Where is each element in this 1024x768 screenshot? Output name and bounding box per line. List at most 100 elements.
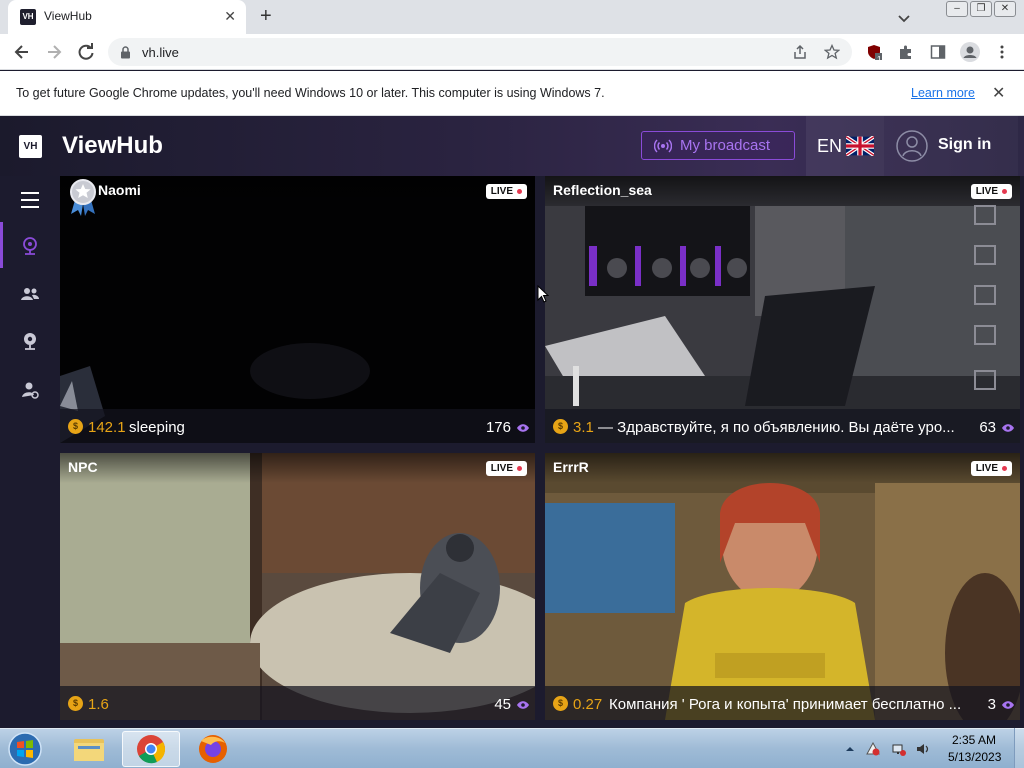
windows-start-icon[interactable] — [6, 731, 44, 767]
tips-amount: 0.27 — [573, 696, 603, 713]
broadcast-icon — [654, 139, 672, 153]
site-logo[interactable]: VH — [19, 135, 42, 158]
coin-icon: $ — [553, 696, 568, 711]
user-settings-icon[interactable] — [20, 380, 40, 400]
address-bar[interactable]: vh.live — [108, 38, 852, 66]
stream-card[interactable]: Naomi LIVE $ 142.1 sleeping 176 — [60, 176, 535, 443]
tips-amount: 3.1 — [573, 419, 594, 436]
chrome-icon — [137, 735, 166, 764]
back-arrow-icon[interactable] — [12, 42, 32, 62]
firefox-icon — [199, 735, 227, 763]
my-broadcast-label: My broadcast — [680, 137, 771, 154]
card-top-shade — [545, 453, 1020, 483]
stream-topic: — Здравствуйте, я по объявлению. Вы даёт… — [598, 419, 955, 436]
stream-thumbnail — [60, 453, 535, 720]
streamer-name[interactable]: Reflection_sea — [553, 182, 652, 198]
coin-icon: $ — [68, 419, 83, 434]
tab-search-icon[interactable] — [896, 10, 912, 26]
mouse-cursor-icon — [537, 285, 549, 303]
menu-icon[interactable] — [20, 190, 40, 210]
stream-card[interactable]: Reflection_sea LIVE $ 3.1 — Здравствуйте… — [545, 176, 1020, 443]
restore-icon[interactable]: ❐ — [970, 1, 992, 17]
tips-amount: 1.6 — [88, 696, 109, 713]
clock-time[interactable]: 2:35 AM — [952, 733, 996, 747]
stream-card[interactable]: NPC LIVE $ 1.6 45 — [60, 453, 535, 720]
puzzle-extensions-icon[interactable] — [898, 44, 914, 60]
sidebar-active-indicator — [0, 222, 3, 268]
eye-icon — [1002, 701, 1014, 709]
stream-card[interactable]: ErrrR LIVE $ 0.27 Компания ' Рога и копы… — [545, 453, 1020, 720]
eye-icon — [517, 701, 529, 709]
taskbar-firefox[interactable] — [184, 731, 242, 767]
card-info-bar — [60, 686, 535, 720]
stream-topic: Компания ' Рога и копыта' принимает бесп… — [609, 696, 962, 713]
kebab-menu-icon[interactable] — [994, 44, 1010, 60]
stream-grid: Naomi LIVE $ 142.1 sleeping 176 Reflecti… — [60, 176, 1024, 728]
bookmark-star-icon[interactable] — [824, 44, 840, 60]
coin-icon: $ — [68, 696, 83, 711]
taskbar-explorer[interactable] — [60, 731, 118, 767]
learn-more-link[interactable]: Learn more — [911, 86, 975, 100]
update-infobar: To get future Google Chrome updates, you… — [0, 71, 1024, 116]
viewer-count: 45 — [494, 696, 511, 713]
action-center-icon[interactable] — [866, 742, 880, 756]
tab-close-icon[interactable]: ✕ — [224, 8, 236, 24]
user-avatar-icon[interactable] — [896, 130, 928, 162]
browser-tab[interactable]: VH ViewHub ✕ — [8, 0, 246, 34]
reload-icon[interactable] — [76, 42, 96, 62]
taskbar-chrome[interactable] — [122, 731, 180, 767]
new-tab-icon[interactable]: + — [260, 6, 272, 26]
viewer-count: 3 — [987, 696, 996, 713]
volume-icon[interactable] — [916, 742, 930, 756]
award-badge-icon — [70, 179, 96, 216]
live-badge: LIVE — [970, 461, 1012, 476]
coin-icon: $ — [553, 419, 568, 434]
site-brand[interactable]: ViewHub — [62, 132, 163, 160]
windows-taskbar — [0, 728, 1024, 768]
show-desktop-button[interactable] — [1014, 728, 1024, 768]
stream-topic: sleeping — [129, 419, 185, 436]
stream-thumbnail — [60, 176, 535, 443]
tab-favicon: VH — [20, 9, 36, 25]
tab-title: ViewHub — [44, 9, 92, 23]
tray-expand-icon[interactable] — [845, 742, 855, 756]
infobar-message: To get future Google Chrome updates, you… — [16, 86, 605, 100]
eye-icon — [1002, 424, 1014, 432]
clock-date[interactable]: 5/13/2023 — [948, 750, 1001, 764]
eye-icon — [517, 424, 529, 432]
browser-toolbar: vh.live 1 — [0, 34, 1024, 70]
share-icon[interactable] — [792, 44, 808, 60]
sign-in-label[interactable]: Sign in — [938, 136, 991, 154]
webcam-icon[interactable] — [20, 236, 40, 256]
live-camera-icon[interactable] — [20, 331, 40, 351]
users-icon[interactable] — [20, 284, 40, 304]
language-label[interactable]: EN — [817, 136, 842, 157]
window-controls: – ❐ ✕ — [946, 1, 1016, 17]
live-badge: LIVE — [485, 184, 527, 199]
infobar-close-icon[interactable]: ✕ — [992, 83, 1005, 103]
lock-icon[interactable] — [120, 46, 131, 59]
profile-avatar-icon[interactable] — [960, 42, 980, 62]
network-icon[interactable] — [892, 742, 906, 756]
extension-badge: 1 — [877, 55, 882, 64]
browser-titlebar: VH ViewHub ✕ + – ❐ ✕ — [0, 0, 1024, 34]
live-badge: LIVE — [485, 461, 527, 476]
stream-thumbnail — [545, 176, 1020, 443]
stream-thumbnail — [545, 453, 1020, 720]
viewer-count: 63 — [979, 419, 996, 436]
window-close-icon[interactable]: ✕ — [994, 1, 1016, 17]
my-broadcast-button[interactable]: My broadcast — [641, 131, 795, 160]
uk-flag-icon[interactable] — [846, 136, 874, 156]
tips-amount: 142.1 — [88, 419, 126, 436]
streamer-name[interactable]: Naomi — [98, 182, 141, 198]
explorer-icon — [74, 739, 104, 761]
streamer-name[interactable]: ErrrR — [553, 459, 589, 475]
minimize-icon[interactable]: – — [946, 1, 968, 17]
forward-arrow-icon[interactable] — [44, 42, 64, 62]
card-top-shade — [60, 453, 535, 483]
sidebar — [0, 176, 60, 728]
streamer-name[interactable]: NPC — [68, 459, 98, 475]
viewer-count: 176 — [485, 419, 511, 436]
url-text[interactable]: vh.live — [142, 45, 179, 60]
side-panel-icon[interactable] — [930, 44, 946, 60]
